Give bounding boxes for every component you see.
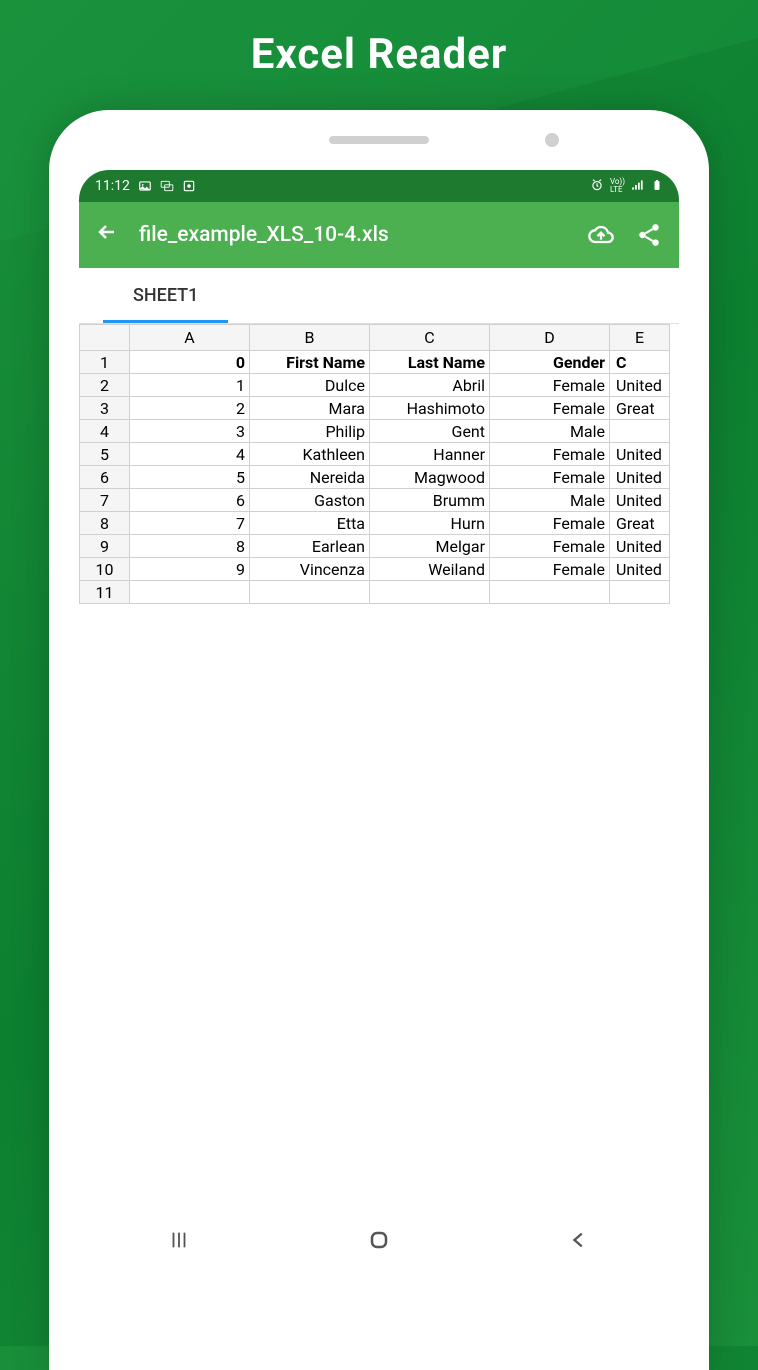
column-header[interactable]: E bbox=[610, 325, 670, 351]
cell[interactable]: C bbox=[610, 351, 670, 374]
tab-sheet1[interactable]: SHEET1 bbox=[103, 269, 228, 323]
row-header[interactable]: 6 bbox=[80, 466, 130, 489]
cell[interactable]: United bbox=[610, 374, 670, 397]
recents-button[interactable] bbox=[149, 1220, 209, 1260]
cell[interactable]: Magwood bbox=[370, 466, 490, 489]
cell[interactable]: Weiland bbox=[370, 558, 490, 581]
row-header[interactable]: 2 bbox=[80, 374, 130, 397]
android-nav-bar bbox=[79, 1210, 679, 1270]
column-header[interactable]: C bbox=[370, 325, 490, 351]
phone-frame: 11:12 Vo))LTE bbox=[49, 110, 709, 1370]
row-header[interactable]: 4 bbox=[80, 420, 130, 443]
row-header[interactable]: 5 bbox=[80, 443, 130, 466]
cell[interactable]: United bbox=[610, 535, 670, 558]
cell[interactable]: Great bbox=[610, 512, 670, 535]
cell[interactable] bbox=[370, 581, 490, 604]
cell[interactable]: 2 bbox=[130, 397, 250, 420]
cell[interactable]: Female bbox=[490, 374, 610, 397]
cell[interactable]: Kathleen bbox=[250, 443, 370, 466]
cell[interactable]: 0 bbox=[130, 351, 250, 374]
share-button[interactable] bbox=[635, 221, 663, 249]
row-header[interactable]: 7 bbox=[80, 489, 130, 512]
cell[interactable]: Dulce bbox=[250, 374, 370, 397]
row-header[interactable]: 11 bbox=[80, 581, 130, 604]
cell[interactable]: Female bbox=[490, 558, 610, 581]
column-header[interactable]: D bbox=[490, 325, 610, 351]
cell[interactable]: Hanner bbox=[370, 443, 490, 466]
cell[interactable]: Female bbox=[490, 397, 610, 420]
battery-icon bbox=[651, 178, 663, 195]
cell[interactable]: First Name bbox=[250, 351, 370, 374]
column-header[interactable]: B bbox=[250, 325, 370, 351]
back-nav-button[interactable] bbox=[549, 1220, 609, 1260]
cell[interactable]: United bbox=[610, 443, 670, 466]
cell[interactable]: 5 bbox=[130, 466, 250, 489]
screen: 11:12 Vo))LTE bbox=[79, 170, 679, 1270]
cell[interactable]: Great bbox=[610, 397, 670, 420]
cell[interactable]: United bbox=[610, 558, 670, 581]
row-header[interactable]: 9 bbox=[80, 535, 130, 558]
row-header[interactable]: 1 bbox=[80, 351, 130, 374]
cell[interactable]: Vincenza bbox=[250, 558, 370, 581]
cell[interactable]: Nereida bbox=[250, 466, 370, 489]
cell[interactable]: United bbox=[610, 489, 670, 512]
status-bar: 11:12 Vo))LTE bbox=[79, 170, 679, 202]
cell[interactable] bbox=[250, 581, 370, 604]
row-header[interactable]: 3 bbox=[80, 397, 130, 420]
back-button[interactable] bbox=[95, 220, 119, 250]
cell[interactable]: 7 bbox=[130, 512, 250, 535]
volte-icon: Vo))LTE bbox=[610, 178, 625, 194]
cell[interactable]: Last Name bbox=[370, 351, 490, 374]
cell[interactable]: Philip bbox=[250, 420, 370, 443]
cell[interactable] bbox=[490, 581, 610, 604]
cell[interactable] bbox=[610, 420, 670, 443]
cell[interactable]: Earlean bbox=[250, 535, 370, 558]
cell[interactable]: Gent bbox=[370, 420, 490, 443]
cell[interactable]: Brumm bbox=[370, 489, 490, 512]
cell[interactable]: Mara bbox=[250, 397, 370, 420]
tab-bar: SHEET1 bbox=[79, 268, 679, 324]
cell[interactable]: Gender bbox=[490, 351, 610, 374]
corner-cell bbox=[80, 325, 130, 351]
home-button[interactable] bbox=[349, 1220, 409, 1260]
row-header[interactable]: 8 bbox=[80, 512, 130, 535]
cloud-upload-button[interactable] bbox=[587, 221, 615, 249]
cell[interactable]: Male bbox=[490, 420, 610, 443]
record-icon bbox=[182, 179, 196, 193]
cell[interactable]: Male bbox=[490, 489, 610, 512]
spreadsheet[interactable]: ABCDE10First NameLast NameGenderC21Dulce… bbox=[79, 324, 679, 604]
image-icon bbox=[138, 179, 152, 193]
row-header[interactable]: 10 bbox=[80, 558, 130, 581]
cell[interactable]: Hurn bbox=[370, 512, 490, 535]
cell[interactable]: Melgar bbox=[370, 535, 490, 558]
signal-icon bbox=[631, 178, 645, 195]
cell[interactable] bbox=[610, 581, 670, 604]
phone-notch bbox=[49, 110, 709, 170]
cell[interactable]: Hashimoto bbox=[370, 397, 490, 420]
status-time: 11:12 bbox=[95, 178, 130, 194]
app-bar: file_example_XLS_10-4.xls bbox=[79, 202, 679, 268]
cell[interactable]: Etta bbox=[250, 512, 370, 535]
cell[interactable]: 6 bbox=[130, 489, 250, 512]
cell[interactable] bbox=[130, 581, 250, 604]
cell[interactable]: 8 bbox=[130, 535, 250, 558]
cell[interactable]: Abril bbox=[370, 374, 490, 397]
cell[interactable]: Female bbox=[490, 443, 610, 466]
cell[interactable]: Female bbox=[490, 512, 610, 535]
cell[interactable]: United bbox=[610, 466, 670, 489]
alarm-icon bbox=[590, 178, 604, 195]
promo-title: Excel Reader bbox=[0, 0, 758, 79]
cell[interactable]: 3 bbox=[130, 420, 250, 443]
cell[interactable]: Gaston bbox=[250, 489, 370, 512]
cell[interactable]: 4 bbox=[130, 443, 250, 466]
column-header[interactable]: A bbox=[130, 325, 250, 351]
cell[interactable]: 9 bbox=[130, 558, 250, 581]
cast-icon bbox=[160, 179, 174, 193]
cell[interactable]: Female bbox=[490, 466, 610, 489]
cell[interactable]: 1 bbox=[130, 374, 250, 397]
cell[interactable]: Female bbox=[490, 535, 610, 558]
filename-title: file_example_XLS_10-4.xls bbox=[139, 223, 567, 247]
